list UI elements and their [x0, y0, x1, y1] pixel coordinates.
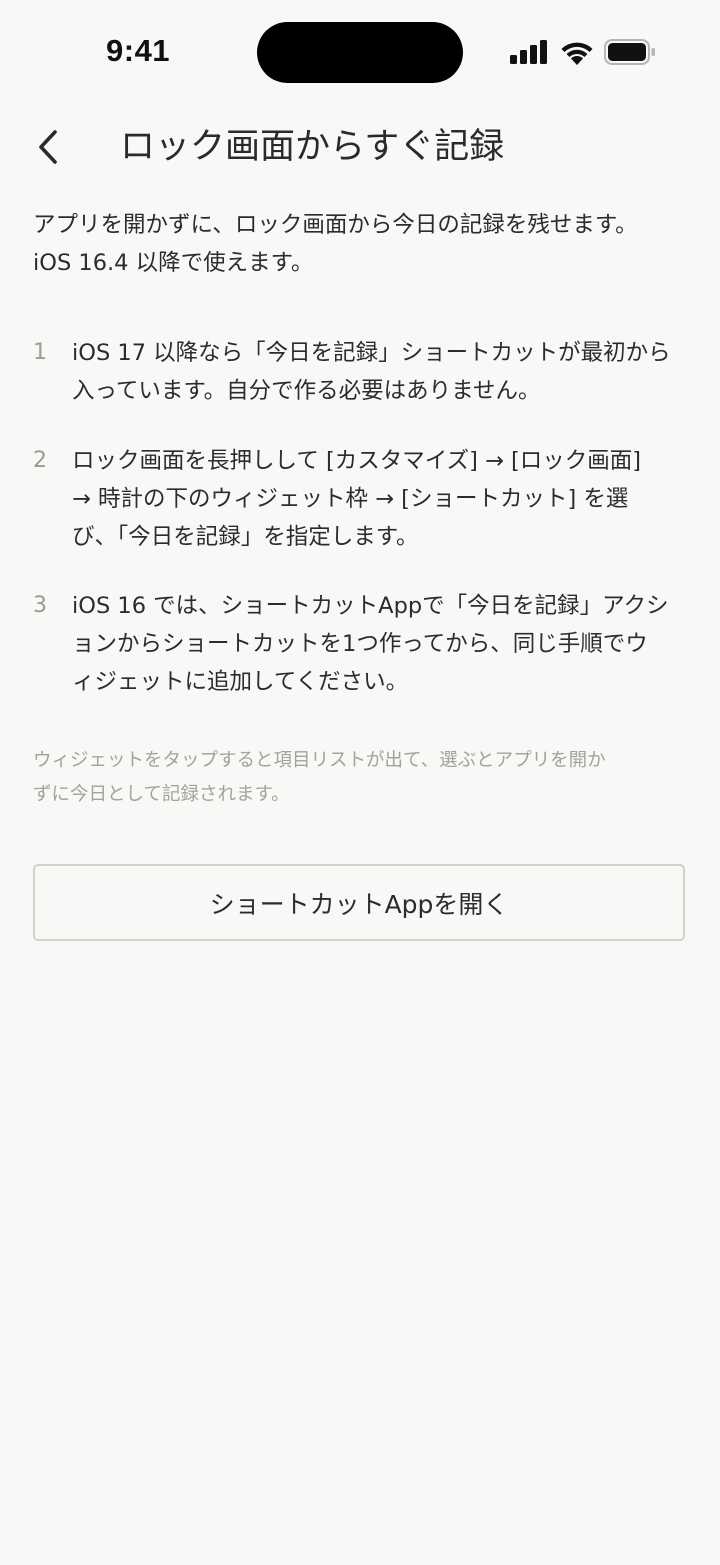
step-number: 2 [33, 448, 47, 473]
step-text-line: ロック画面を長押しして [カスタマイズ] → [ロック画面] [72, 448, 642, 474]
intro-text: アプリを開かずに、ロック画面から今日の記録を残せます。 iOS 16.4 以降で… [33, 206, 683, 282]
step-text-line: ョンからショートカットを1つ作ってから、同じ手順でウ [72, 631, 648, 657]
wifi-icon [561, 42, 593, 65]
chevron-left-icon [39, 130, 57, 164]
widget-note: ウィジェットをタップすると項目リストが出て、選ぶとアプリを開か ずに今日として記… [33, 744, 683, 812]
status-icons [510, 38, 656, 66]
note-line: ウィジェットをタップすると項目リストが出て、選ぶとアプリを開か [33, 750, 606, 771]
step-item: 3 iOS 16 では、ショートカットAppで「今日を記録」アクシ ョンからショ… [33, 587, 683, 697]
intro-line: アプリを開かずに、ロック画面から今日の記録を残せます。 [33, 212, 638, 238]
step-number: 1 [33, 340, 47, 365]
steps-list: 1 iOS 17 以降なら「今日を記録」ショートカットが最初から 入っています。… [33, 334, 683, 697]
step-text-line: び、「今日を記録」を指定します。 [72, 524, 419, 550]
note-line: ずに今日として記録されます。 [33, 784, 290, 805]
status-bar: 9:41 [0, 0, 720, 100]
step-text-line: iOS 17 以降なら「今日を記録」ショートカットが最初から [72, 340, 671, 366]
step-text-line: 入っています。自分で作る必要はありません。 [72, 378, 541, 404]
step-text-line: → 時計の下のウィジェット枠 → [ショートカット] を選 [72, 486, 629, 512]
page-title: ロック画面からすぐ記録 [120, 127, 505, 167]
step-text-line: iOS 16 では、ショートカットAppで「今日を記録」アクシ [72, 593, 669, 619]
step-number: 3 [33, 593, 47, 618]
back-button[interactable] [26, 125, 70, 169]
step-item: 1 iOS 17 以降なら「今日を記録」ショートカットが最初から 入っています。… [33, 334, 683, 406]
cellular-signal-icon [510, 40, 547, 64]
open-shortcuts-app-label: ショートカットAppを開く [209, 889, 509, 919]
step-item: 2 ロック画面を長押しして [カスタマイズ] → [ロック画面] → 時計の下の… [33, 442, 683, 552]
open-shortcuts-app-button[interactable]: ショートカットAppを開く [33, 864, 685, 941]
status-time: 9:41 [106, 33, 171, 68]
battery-icon [604, 39, 655, 65]
nav-bar: ロック画面からすぐ記録 [0, 115, 720, 179]
step-text-line: ィジェットに追加してください。 [72, 669, 409, 695]
intro-line: iOS 16.4 以降で使えます。 [33, 250, 314, 276]
dynamic-island [257, 22, 463, 83]
